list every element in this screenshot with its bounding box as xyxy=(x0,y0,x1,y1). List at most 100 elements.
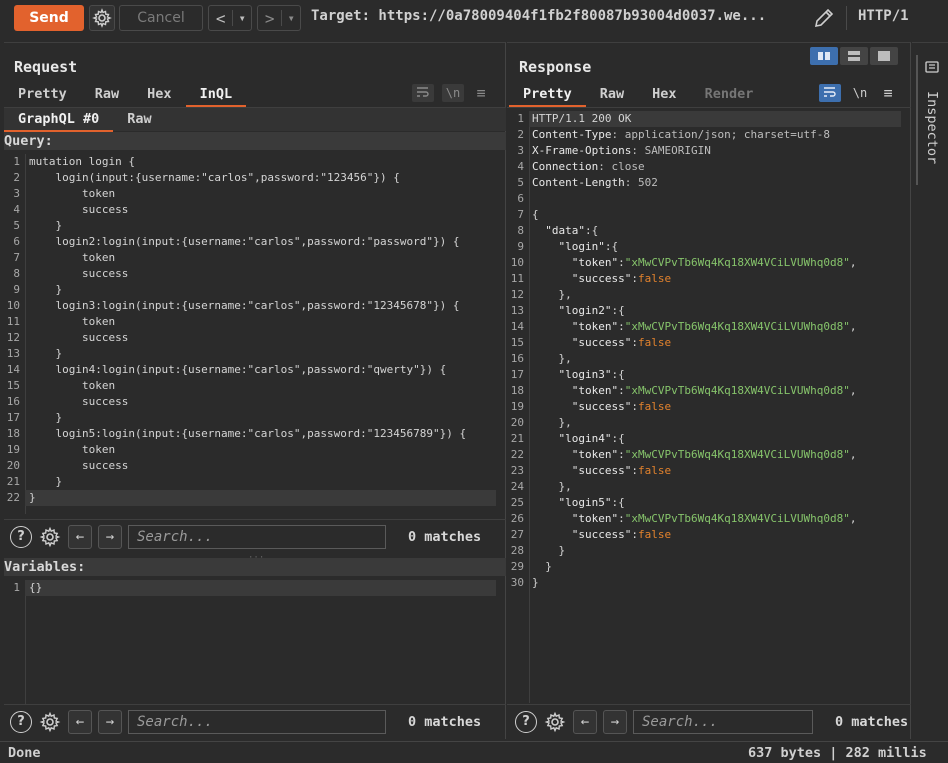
edit-target-button[interactable] xyxy=(812,6,836,30)
search-settings-button[interactable] xyxy=(38,710,62,734)
response-tabs: Pretty Raw Hex Render xyxy=(509,83,767,107)
line-text: {} xyxy=(25,580,496,596)
line-number: 14 xyxy=(6,363,20,376)
send-button[interactable]: Send xyxy=(14,5,84,31)
line-number: 12 xyxy=(510,288,524,301)
back-dropdown-icon[interactable]: ▾ xyxy=(233,11,251,25)
line-number: 1 xyxy=(13,581,20,594)
code-line: 19 token xyxy=(4,442,496,458)
line-text: success xyxy=(29,459,129,472)
cancel-button[interactable]: Cancel xyxy=(119,5,203,31)
wrap-lines-button[interactable] xyxy=(819,84,841,102)
line-text: "login3":{ xyxy=(558,368,625,381)
wrap-lines-button[interactable] xyxy=(412,84,434,102)
code-line: 1 mutation login { xyxy=(4,154,496,170)
help-icon[interactable]: ? xyxy=(10,710,32,733)
forward-button[interactable]: > xyxy=(258,9,281,28)
back-button[interactable]: < xyxy=(209,9,232,28)
gear-icon xyxy=(39,526,61,547)
line-number: 20 xyxy=(6,459,20,472)
inspector-sidebar: Inspector xyxy=(912,42,948,739)
inql-subtabs-bar: GraphQL #0 Raw xyxy=(4,107,506,132)
search-prev-button[interactable]: ← xyxy=(68,709,92,734)
tab-pretty[interactable]: Pretty xyxy=(4,83,81,107)
variables-search-input[interactable] xyxy=(128,709,386,734)
layout-tabs-button[interactable] xyxy=(870,47,898,65)
query-search-bar: ? ← → 0 matches xyxy=(4,519,506,553)
code-line: 4 Connection: close xyxy=(507,159,901,175)
code-line: 8 success xyxy=(4,266,496,282)
code-line: 21 "login4":{ xyxy=(507,431,901,447)
request-tabs: Pretty Raw Hex InQL xyxy=(4,83,247,107)
search-next-button[interactable]: → xyxy=(603,709,627,734)
line-number: 24 xyxy=(510,480,524,493)
response-menu-icon[interactable]: ≡ xyxy=(879,84,897,102)
query-matches-count: 0 matches xyxy=(408,528,482,545)
search-next-button[interactable]: → xyxy=(98,709,122,734)
settings-button[interactable] xyxy=(89,5,115,31)
tab-raw[interactable]: Raw xyxy=(81,83,133,107)
tab-hex[interactable]: Hex xyxy=(133,83,185,107)
code-line: 24 }, xyxy=(507,479,901,495)
code-line: 4 success xyxy=(4,202,496,218)
subtab-graphql-0[interactable]: GraphQL #0 xyxy=(4,108,114,132)
line-text: } xyxy=(29,411,63,424)
code-line: 10 "token":"xMwCVPvTb6Wq4Kq18XW4VCiLVUWh… xyxy=(507,255,901,271)
tab-inql[interactable]: InQL xyxy=(185,83,247,107)
query-editor[interactable]: 1 mutation login {2 login(input:{username… xyxy=(4,154,506,514)
tab-render[interactable]: Render xyxy=(691,83,768,107)
show-newlines-button[interactable]: \n xyxy=(442,84,464,102)
line-number: 28 xyxy=(510,544,524,557)
tab-pretty[interactable]: Pretty xyxy=(509,83,586,107)
code-line: 5 } xyxy=(4,218,496,234)
tab-raw[interactable]: Raw xyxy=(586,83,638,107)
line-text: success xyxy=(29,331,129,344)
gear-icon xyxy=(544,711,566,732)
layout-side-by-side-button[interactable] xyxy=(810,47,838,65)
line-number: 19 xyxy=(510,400,524,413)
search-next-button[interactable]: → xyxy=(98,524,122,549)
line-text: "token":"xMwCVPvTb6Wq4Kq18XW4VCiLVUWhq0d… xyxy=(571,448,857,461)
search-settings-button[interactable] xyxy=(38,525,62,549)
line-text: "login4":{ xyxy=(558,432,625,445)
forward-dropdown-icon[interactable]: ▾ xyxy=(282,11,300,25)
search-prev-button[interactable]: ← xyxy=(573,709,597,734)
code-line: 3 X-Frame-Options: SAMEORIGIN xyxy=(507,143,901,159)
code-line: 16 success xyxy=(4,394,496,410)
line-number: 9 xyxy=(517,240,524,253)
line-text: }, xyxy=(532,416,572,429)
gear-icon xyxy=(92,8,112,28)
layout-stacked-button[interactable] xyxy=(840,47,868,65)
line-number: 16 xyxy=(6,395,20,408)
tab-hex[interactable]: Hex xyxy=(638,83,690,107)
code-line: 3 token xyxy=(4,186,496,202)
help-icon[interactable]: ? xyxy=(10,525,32,548)
line-text: token xyxy=(29,187,116,200)
show-newlines-button[interactable]: \n xyxy=(849,84,871,102)
line-text: }, xyxy=(532,480,572,493)
query-search-input[interactable] xyxy=(128,524,386,549)
inspector-tab[interactable]: Inspector xyxy=(916,55,944,185)
response-search-input[interactable] xyxy=(633,709,813,734)
code-line: 1 HTTP/1.1 200 OK xyxy=(507,111,901,127)
response-viewer[interactable]: 1 HTTP/1.1 200 OK 2 Content-Type: applicati… xyxy=(507,111,911,703)
subtab-raw[interactable]: Raw xyxy=(113,108,165,132)
code-line: 15 "success":false xyxy=(507,335,901,351)
http-version-toggle[interactable]: HTTP/1 xyxy=(858,8,909,24)
status-bar: Done 637 bytes | 282 millis xyxy=(0,741,948,763)
code-line: 12 }, xyxy=(507,287,901,303)
line-number: 1 xyxy=(517,112,524,125)
line-text: X-Frame-Options: SAMEORIGIN xyxy=(532,144,711,157)
code-line: 27 "success":false xyxy=(507,527,901,543)
line-text: "token":"xMwCVPvTb6Wq4Kq18XW4VCiLVUWhq0d… xyxy=(571,512,857,525)
help-icon[interactable]: ? xyxy=(515,710,537,733)
line-text: }, xyxy=(532,288,572,301)
variables-editor[interactable]: 1 {} xyxy=(4,580,506,704)
request-menu-icon[interactable]: ≡ xyxy=(472,84,490,102)
line-text: } xyxy=(532,560,552,573)
search-prev-button[interactable]: ← xyxy=(68,524,92,549)
line-text: "login":{ xyxy=(558,240,619,253)
query-label-bar: Query: xyxy=(4,132,506,150)
line-number: 18 xyxy=(510,384,524,397)
search-settings-button[interactable] xyxy=(543,710,567,734)
